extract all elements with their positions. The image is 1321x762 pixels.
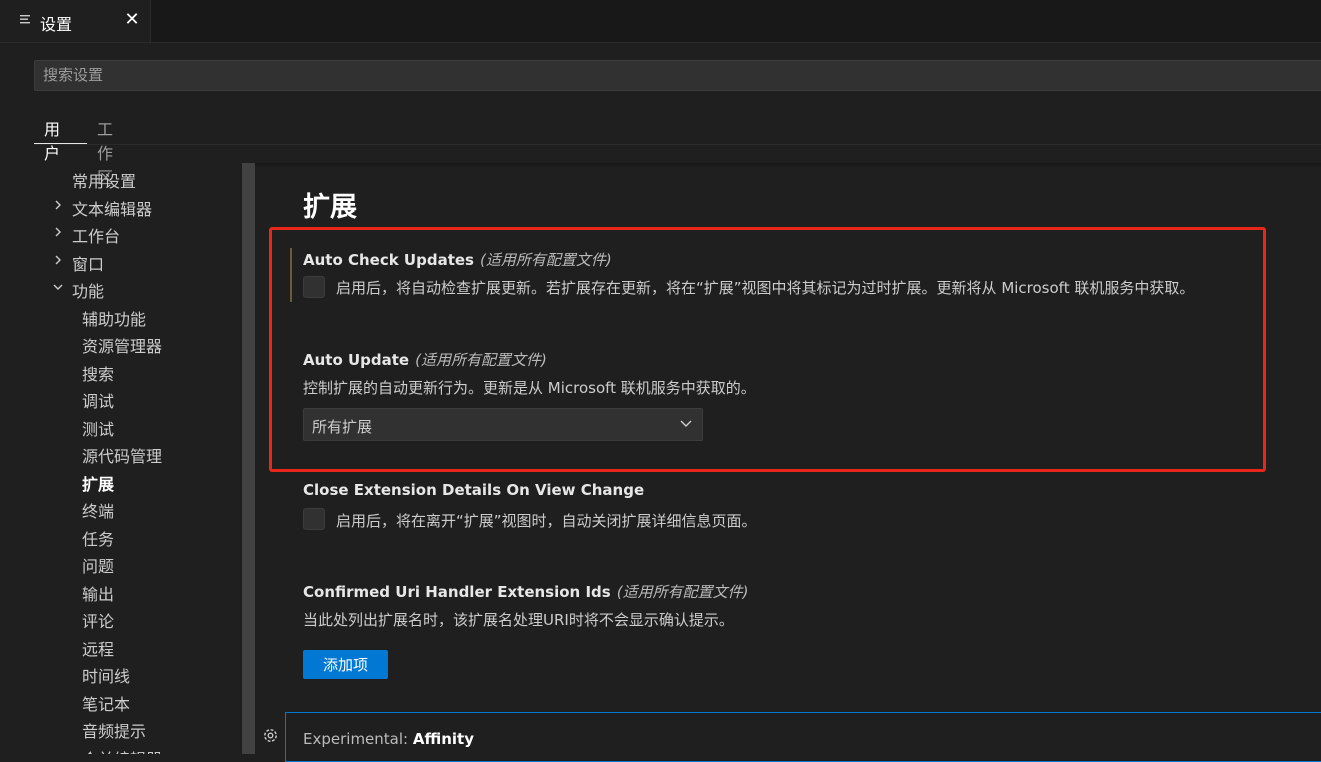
setting-title-auto-update: Auto Update (适用所有配置文件) (303, 349, 547, 370)
scope-note: (适用所有配置文件) (616, 583, 749, 601)
settings-search-box (34, 60, 1321, 91)
toc-item-comments[interactable]: 评论 (82, 608, 114, 632)
setting-title-experimental-affinity: Experimental: Affinity (303, 730, 474, 748)
scope-note: (适用所有配置文件) (479, 251, 612, 269)
toc-item-workbench[interactable]: 工作台 (72, 223, 120, 247)
toc-item-output[interactable]: 输出 (82, 581, 114, 605)
settings-toc: 常用设置 文本编辑器 工作台 窗口 功能 辅助功能 资源管理器 搜索 调试 测试… (34, 163, 242, 754)
section-title: 扩展 (303, 192, 357, 223)
toc-item-notebook[interactable]: 笔记本 (82, 691, 130, 715)
scroll-shadow (255, 163, 1321, 168)
toc-item-accessibility[interactable]: 辅助功能 (82, 306, 146, 330)
modified-indicator (290, 248, 292, 302)
close-extension-details-checkbox[interactable] (303, 508, 325, 530)
toc-item-problems[interactable]: 问题 (82, 553, 114, 577)
chevron-right-icon[interactable] (52, 226, 64, 238)
toc-item-features[interactable]: 功能 (72, 278, 104, 302)
setting-description: 启用后，将自动检查扩展更新。若扩展存在更新，将在“扩展”视图中将其标记为过时扩展… (336, 279, 1195, 297)
setting-key: Affinity (412, 730, 474, 748)
toc-item-merge-editor[interactable]: 合并编辑器 (82, 746, 162, 754)
toc-item-scm[interactable]: 源代码管理 (82, 443, 162, 467)
settings-editor-tab[interactable]: 设置 ✕ (0, 0, 151, 42)
setting-description: 当此处列出扩展名时，该扩展名处理URI时将不会显示确认提示。 (303, 611, 734, 629)
toc-item-testing[interactable]: 测试 (82, 416, 114, 440)
select-value: 所有扩展 (312, 418, 373, 436)
toc-item-terminal[interactable]: 终端 (82, 498, 114, 522)
add-item-button[interactable]: 添加项 (303, 650, 388, 679)
setting-key: Auto Update (303, 351, 410, 369)
chevron-right-icon[interactable] (52, 199, 64, 211)
setting-description: 启用后，将在离开“扩展”视图时，自动关闭扩展详细信息页面。 (336, 512, 757, 530)
toc-item-audio-cues[interactable]: 音频提示 (82, 718, 146, 742)
chevron-down-icon[interactable] (52, 281, 64, 293)
toc-item-tasks[interactable]: 任务 (82, 526, 114, 550)
toc-item-search[interactable]: 搜索 (82, 361, 114, 385)
auto-check-updates-checkbox[interactable] (303, 276, 325, 298)
toc-item-extensions[interactable]: 扩展 (82, 471, 114, 495)
chevron-right-icon[interactable] (52, 254, 64, 266)
setting-title-confirmed-uri-handler: Confirmed Uri Handler Extension Ids (适用所有… (303, 581, 748, 602)
auto-update-select[interactable]: 所有扩展 (303, 408, 703, 441)
toc-item-explorer[interactable]: 资源管理器 (82, 333, 162, 357)
setting-key: Close Extension Details On View Change (303, 481, 645, 499)
toc-item-debug[interactable]: 调试 (82, 388, 114, 412)
setting-title-auto-check-updates: Auto Check Updates (适用所有配置文件) (303, 249, 612, 270)
tab-user[interactable]: 用户 (44, 116, 60, 164)
toc-item-window[interactable]: 窗口 (72, 251, 104, 275)
toc-item-timeline[interactable]: 时间线 (82, 663, 130, 687)
setting-title-close-extension-details: Close Extension Details On View Change (303, 481, 644, 499)
chevron-down-icon (680, 420, 692, 427)
search-input[interactable] (43, 66, 843, 84)
setting-category: Experimental: (303, 730, 413, 748)
setting-key: Auto Check Updates (303, 251, 474, 269)
gear-icon[interactable] (261, 726, 280, 745)
setting-row-experimental-affinity[interactable]: Experimental: Affinity (285, 712, 1321, 762)
settings-list-icon (20, 15, 30, 24)
toc-item-remote[interactable]: 远程 (82, 636, 114, 660)
close-icon[interactable]: ✕ (122, 8, 142, 32)
setting-key: Confirmed Uri Handler Extension Ids (303, 583, 611, 601)
header-divider (34, 144, 1321, 145)
toc-scrollbar[interactable] (242, 163, 255, 754)
toc-item-text-editor[interactable]: 文本编辑器 (72, 196, 152, 220)
toc-item-common[interactable]: 常用设置 (72, 168, 136, 192)
setting-description: 控制扩展的自动更新行为。更新是从 Microsoft 联机服务中获取的。 (303, 379, 756, 397)
editor-tab-bar: 设置 ✕ (0, 0, 1321, 43)
scope-note: (适用所有配置文件) (415, 351, 547, 369)
tab-title: 设置 (40, 15, 73, 34)
